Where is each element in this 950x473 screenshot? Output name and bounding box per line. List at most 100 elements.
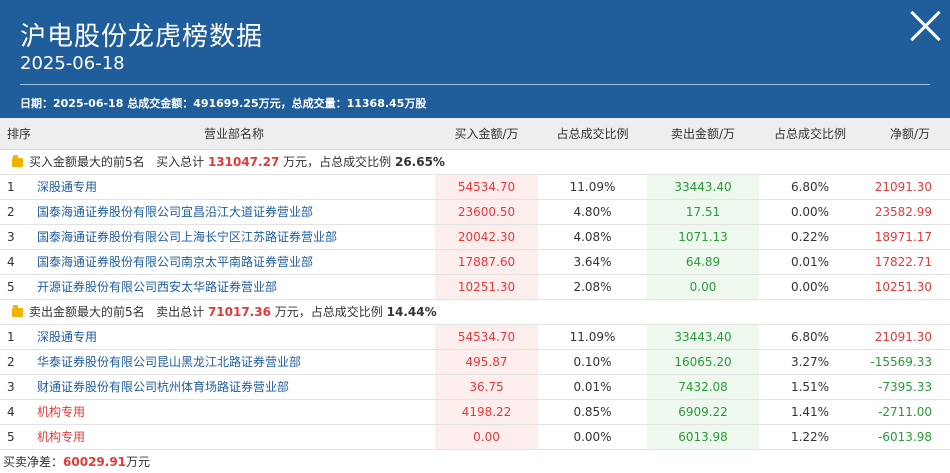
sell-ratio-cell: 3.27% — [759, 349, 861, 375]
buy-ratio-cell: 0.85% — [538, 399, 647, 425]
branch-name-link[interactable]: 国泰海通证券股份有限公司宜昌沿江大道证券营业部 — [33, 199, 435, 225]
rank-cell: 5 — [0, 274, 33, 300]
rank-cell: 5 — [0, 424, 33, 450]
rank-cell: 2 — [0, 349, 33, 375]
sell-section-label: 卖出金额最大的前5名 — [29, 305, 145, 319]
sell-ratio-cell: 0.00% — [759, 199, 861, 225]
table-row: 3 国泰海通证券股份有限公司上海长宁区江苏路证券营业部 20042.30 4.08% 1… — [0, 224, 950, 250]
sell-amount-cell: 17.51 — [647, 199, 759, 225]
sell-amount-cell: 1071.13 — [647, 224, 759, 250]
net-difference: 买卖净差：60029.91万元 — [0, 450, 950, 470]
table-row: 5 开源证券股份有限公司西安太华路证券营业部 10251.30 2.08% 0.00 0.… — [0, 274, 950, 300]
table-row: 1 深股通专用 54534.70 11.09% 33443.40 6.80% 21091.3… — [0, 324, 950, 350]
buy-total-value: 131047.27 — [207, 155, 280, 169]
buy-ratio-cell: 4.08% — [538, 224, 647, 250]
branch-name-link[interactable]: 机构专用 — [33, 399, 435, 425]
net-diff-label: 买卖净差： — [3, 454, 64, 469]
branch-name-link[interactable]: 机构专用 — [33, 424, 435, 450]
rank-cell: 3 — [0, 374, 33, 400]
table-row: 5 机构专用 0.00 0.00% 6013.98 1.22% -6013.98 — [0, 424, 950, 450]
sell-amount-cell: 6909.22 — [647, 399, 759, 425]
sell-ratio-value: 14.44% — [386, 305, 437, 319]
buy-ratio-cell: 11.09% — [538, 324, 647, 350]
col-rank: 排序 — [0, 118, 33, 150]
buy-amount-cell: 495.87 — [435, 349, 538, 375]
sell-ratio-cell: 6.80% — [759, 174, 861, 200]
table-row: 4 机构专用 4198.22 0.85% 6909.22 1.41% -2711.00 — [0, 399, 950, 425]
net-amount-cell: 17822.71 — [861, 249, 950, 275]
sell-amount-cell: 6013.98 — [647, 424, 759, 450]
col-buy-ratio: 占总成交比例 — [538, 118, 647, 150]
sell-section-header: 卖出金额最大的前5名 卖出总计 71017.36 万元，占总成交比例 14.44… — [0, 299, 950, 325]
buy-ratio-cell: 3.64% — [538, 249, 647, 275]
branch-name-link[interactable]: 财通证券股份有限公司杭州体育场路证券营业部 — [33, 374, 435, 400]
buy-ratio-cell: 11.09% — [538, 174, 647, 200]
sell-amount-cell: 0.00 — [647, 274, 759, 300]
page-date: 2025-06-18 — [20, 53, 125, 74]
sell-amount-cell: 64.89 — [647, 249, 759, 275]
rank-cell: 1 — [0, 174, 33, 200]
buy-section-header: 买入金额最大的前5名 买入总计 131047.27 万元，占总成交比例 26.6… — [0, 149, 950, 175]
buy-amount-cell: 23600.50 — [435, 199, 538, 225]
branch-name-link[interactable]: 国泰海通证券股份有限公司南京太平南路证券营业部 — [33, 249, 435, 275]
net-amount-cell: 21091.30 — [861, 324, 950, 350]
sell-ratio-cell: 1.51% — [759, 374, 861, 400]
branch-name-link[interactable]: 国泰海通证券股份有限公司上海长宁区江苏路证券营业部 — [33, 224, 435, 250]
sell-total-label: 卖出总计 — [156, 305, 205, 319]
rank-cell: 3 — [0, 224, 33, 250]
sell-ratio-cell: 1.41% — [759, 399, 861, 425]
buy-ratio-cell: 4.80% — [538, 199, 647, 225]
buy-ratio-cell: 0.01% — [538, 374, 647, 400]
sell-ratio-cell: 0.01% — [759, 249, 861, 275]
net-diff-value: 60029.91 — [63, 454, 127, 469]
table-row: 4 国泰海通证券股份有限公司南京太平南路证券营业部 17887.60 3.64% 64.… — [0, 249, 950, 275]
net-amount-cell: 18971.17 — [861, 224, 950, 250]
col-sell-ratio: 占总成交比例 — [759, 118, 861, 150]
sell-amount-cell: 33443.40 — [647, 174, 759, 200]
branch-name-link[interactable]: 开源证券股份有限公司西安太华路证券营业部 — [33, 274, 435, 300]
buy-amount-cell: 20042.30 — [435, 224, 538, 250]
buy-amount-cell: 54534.70 — [435, 324, 538, 350]
rank-cell: 1 — [0, 324, 33, 350]
table-row: 3 财通证券股份有限公司杭州体育场路证券营业部 36.75 0.01% 7432.08 1… — [0, 374, 950, 400]
net-amount-cell: -2711.00 — [861, 399, 950, 425]
folder-icon — [12, 305, 23, 317]
buy-amount-cell: 36.75 — [435, 374, 538, 400]
sell-amount-cell: 7432.08 — [647, 374, 759, 400]
col-net-amount: 净额/万 — [861, 118, 950, 150]
page-title: 沪电股份龙虎榜数据 — [20, 22, 264, 52]
table-row: 2 华泰证券股份有限公司昆山黑龙江北路证券营业部 495.87 0.10% 16065.… — [0, 349, 950, 375]
net-amount-cell: -7395.33 — [861, 374, 950, 400]
col-sell-amount: 卖出金额/万 — [647, 118, 759, 150]
buy-amount-cell: 54534.70 — [435, 174, 538, 200]
net-amount-cell: -6013.98 — [861, 424, 950, 450]
buy-section-label: 买入金额最大的前5名 — [29, 155, 145, 169]
rank-cell: 2 — [0, 199, 33, 225]
net-amount-cell: 10251.30 — [861, 274, 950, 300]
header-panel: 沪电股份龙虎榜数据 2025-06-18 日期：2025-06-18 总成交金额… — [0, 0, 950, 118]
dragon-tiger-table: 排序 营业部名称 买入金额/万 占总成交比例 卖出金额/万 占总成交比例 净额/… — [0, 118, 950, 450]
branch-name-link[interactable]: 深股通专用 — [33, 174, 435, 200]
col-buy-amount: 买入金额/万 — [435, 118, 538, 150]
folder-icon — [12, 155, 23, 167]
header-divider — [20, 84, 930, 85]
net-amount-cell: 21091.30 — [861, 174, 950, 200]
sell-amount-cell: 16065.20 — [647, 349, 759, 375]
close-icon[interactable] — [908, 8, 944, 44]
table-row: 1 深股通专用 54534.70 11.09% 33443.40 6.80% 21091.3… — [0, 174, 950, 200]
branch-name-link[interactable]: 深股通专用 — [33, 324, 435, 350]
trade-summary: 日期：2025-06-18 总成交金额：491699.25万元，总成交量：113… — [20, 97, 427, 110]
buy-ratio-cell: 2.08% — [538, 274, 647, 300]
branch-name-link[interactable]: 华泰证券股份有限公司昆山黑龙江北路证券营业部 — [33, 349, 435, 375]
buy-ratio-cell: 0.00% — [538, 424, 647, 450]
sell-ratio-cell: 1.22% — [759, 424, 861, 450]
buy-total-label: 买入总计 — [156, 155, 205, 169]
buy-ratio-value: 26.65% — [394, 155, 445, 169]
table-header-row: 排序 营业部名称 买入金额/万 占总成交比例 卖出金额/万 占总成交比例 净额/… — [0, 118, 950, 150]
sell-ratio-cell: 6.80% — [759, 324, 861, 350]
sell-ratio-cell: 0.22% — [759, 224, 861, 250]
buy-amount-cell: 10251.30 — [435, 274, 538, 300]
buy-unit-label: 万元，占总成交比例 — [283, 155, 392, 169]
net-amount-cell: 23582.99 — [861, 199, 950, 225]
sell-amount-cell: 33443.40 — [647, 324, 759, 350]
